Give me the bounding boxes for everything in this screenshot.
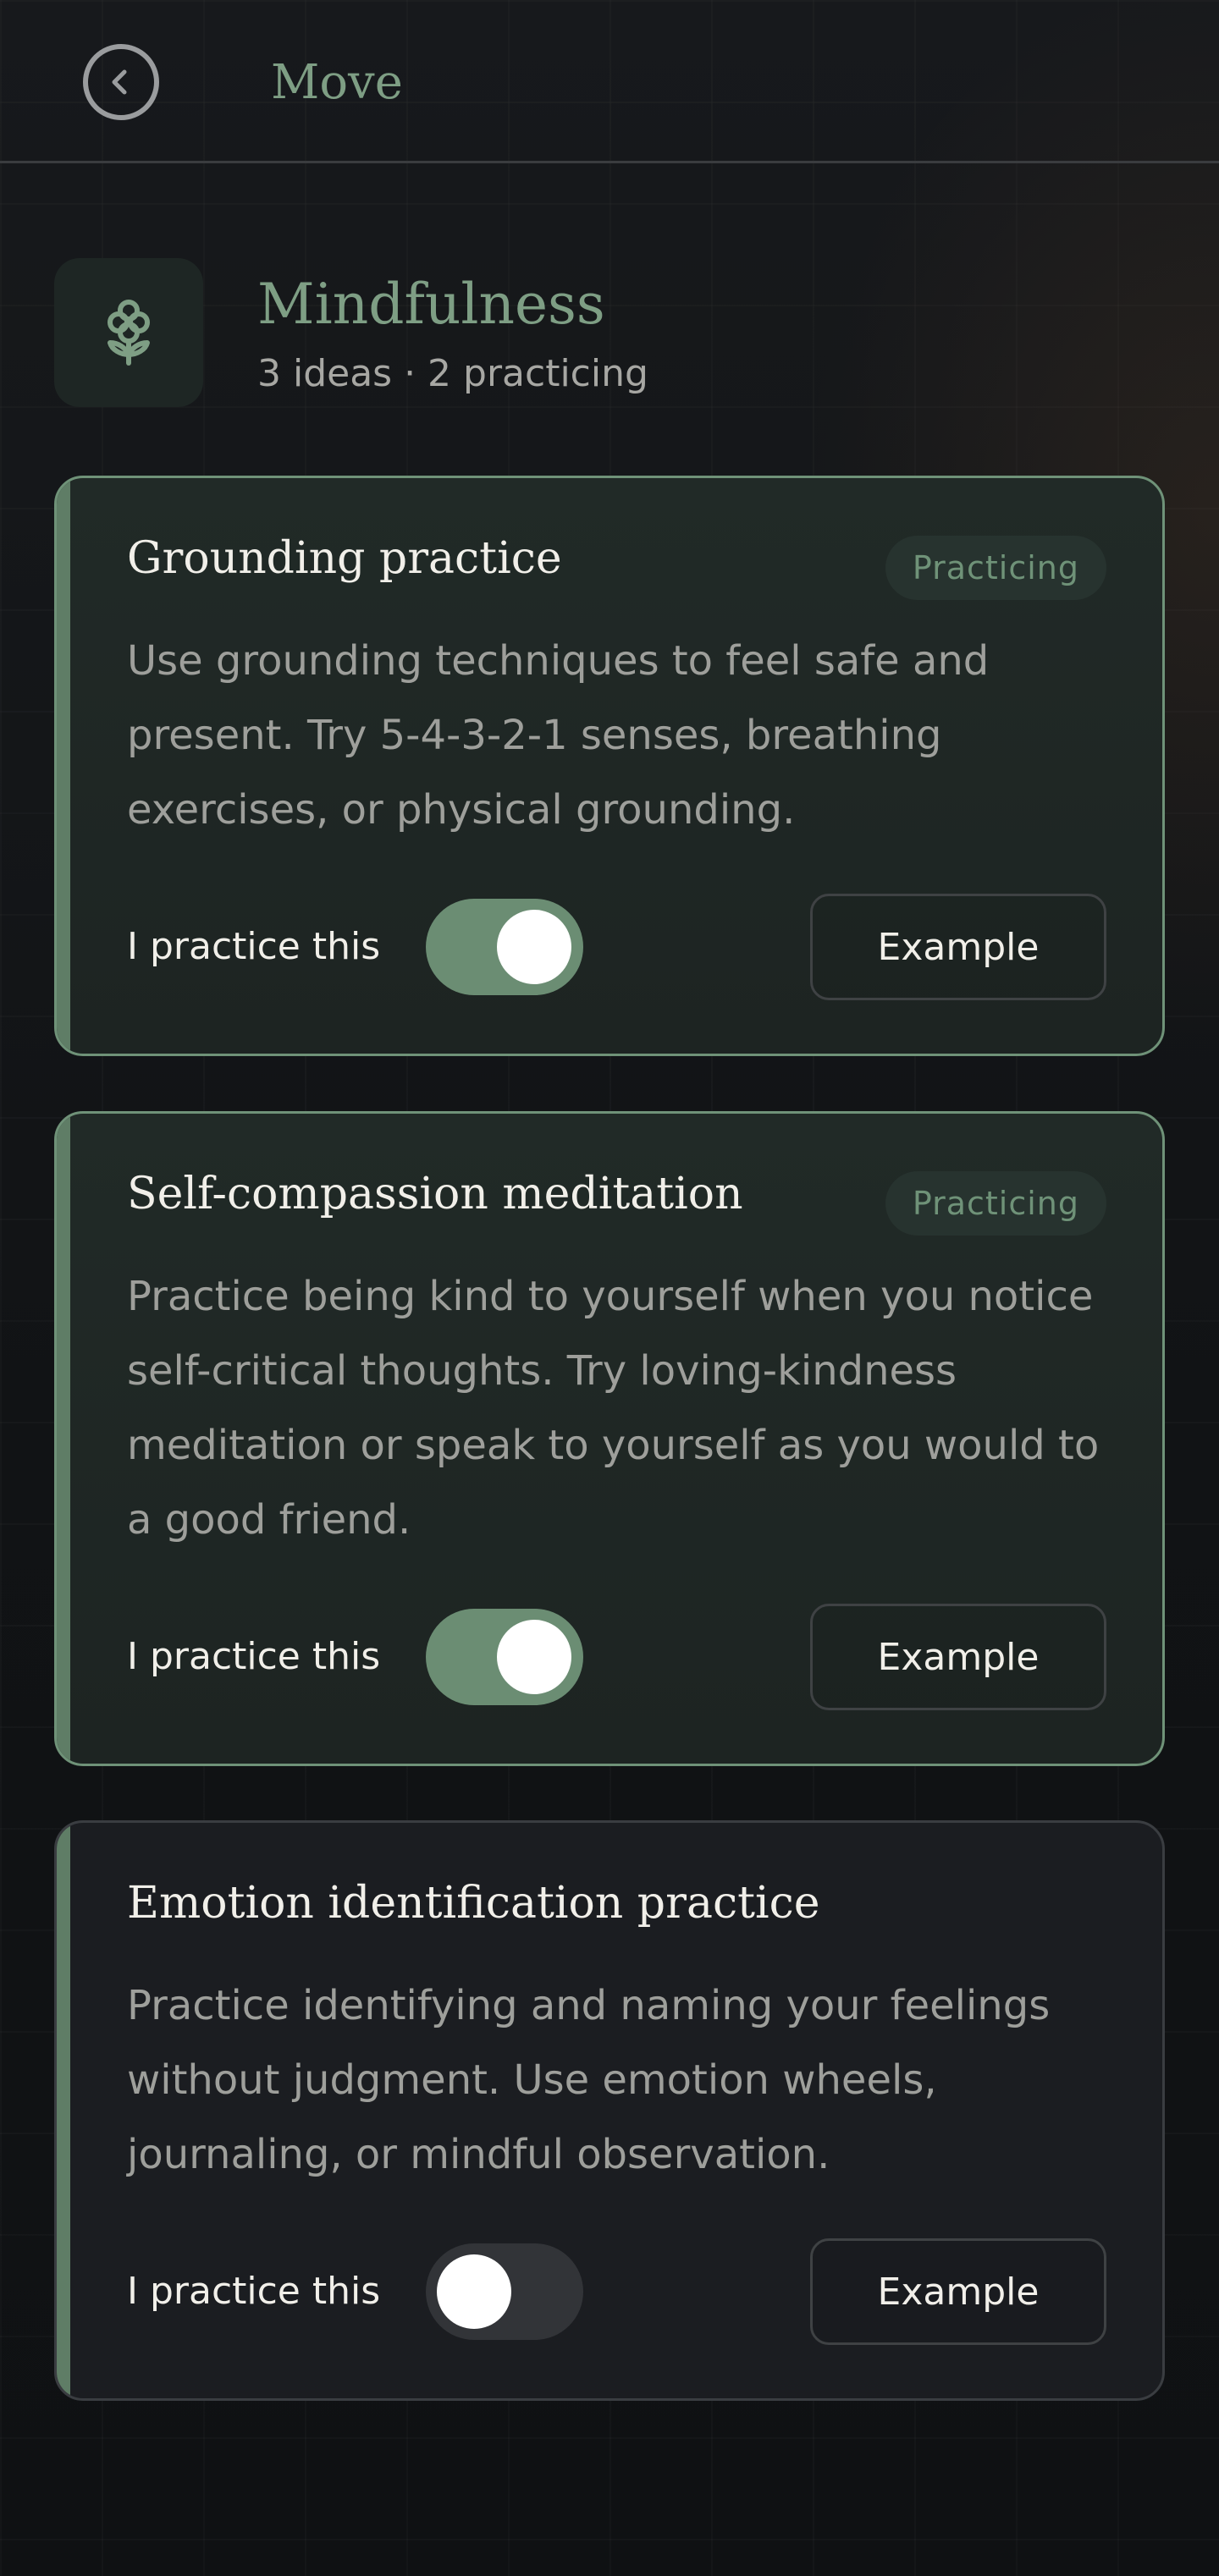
practice-toggle[interactable] <box>426 899 583 995</box>
practice-toggle[interactable] <box>426 2243 583 2340</box>
page-title: Move <box>271 55 403 110</box>
toggle-knob <box>497 1620 571 1694</box>
chevron-left-icon <box>112 69 127 95</box>
idea-description: Practice being kind to yourself when you… <box>127 1273 1100 1544</box>
card-accent-bar <box>57 478 70 1054</box>
category-meta: 3 ideas · 2 practicing <box>257 352 648 395</box>
practice-label: I practice this <box>127 1635 381 1678</box>
top-bar: Move <box>0 0 1219 163</box>
idea-title: Grounding practice <box>127 533 562 584</box>
card-accent-bar <box>57 1114 70 1764</box>
example-button[interactable]: Example <box>810 894 1106 1000</box>
idea-description: Practice identifying and naming your fee… <box>127 1982 1051 2178</box>
idea-title: Self-compassion meditation <box>127 1169 743 1219</box>
practice-toggle[interactable] <box>426 1609 583 1705</box>
card-accent-bar <box>57 1823 70 2398</box>
idea-title: Emotion identification practice <box>127 1878 820 1929</box>
toggle-knob <box>497 910 571 984</box>
status-badge: Practicing <box>885 536 1106 600</box>
category-icon-tile <box>54 258 203 407</box>
flower-icon <box>108 300 150 366</box>
category-title: Mindfulness <box>257 272 605 337</box>
example-button[interactable]: Example <box>810 1604 1106 1710</box>
practice-label: I practice this <box>127 925 381 968</box>
idea-description: Use grounding techniques to feel safe an… <box>127 637 990 834</box>
idea-card: Emotion identification practice Practice… <box>54 1820 1165 2401</box>
status-badge: Practicing <box>885 1171 1106 1236</box>
practice-label: I practice this <box>127 2270 381 2313</box>
toggle-knob <box>437 2254 511 2329</box>
example-button[interactable]: Example <box>810 2238 1106 2345</box>
back-button[interactable] <box>83 44 159 120</box>
idea-card: Grounding practice Practicing Use ground… <box>54 476 1165 1056</box>
idea-card: Self-compassion meditation Practicing Pr… <box>54 1111 1165 1766</box>
